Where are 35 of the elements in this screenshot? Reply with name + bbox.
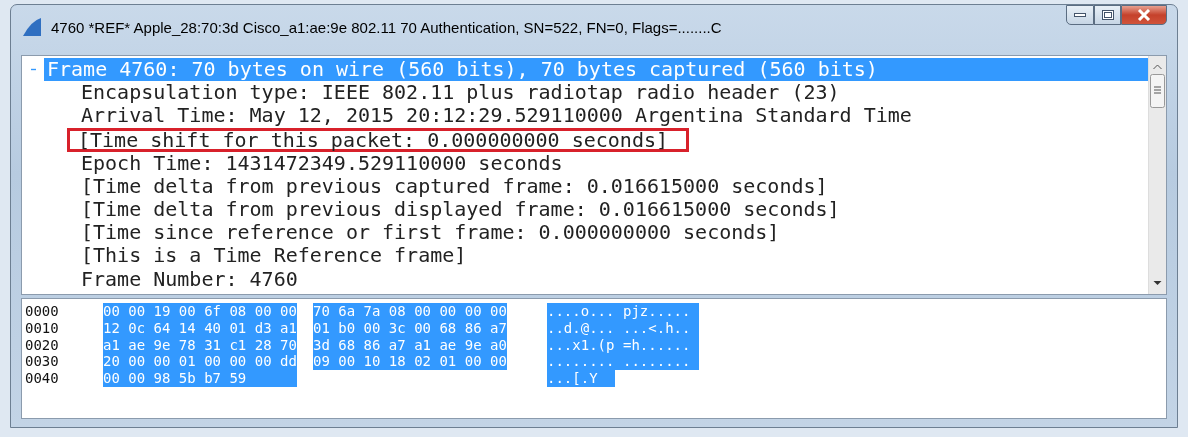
minimize-button[interactable] xyxy=(1066,5,1094,25)
hex-bytes: 09 00 10 18 02 01 00 00 xyxy=(313,353,507,371)
app-fin-icon xyxy=(21,17,43,37)
scroll-down-icon[interactable] xyxy=(1153,280,1162,286)
hex-bytes: 00 00 98 5b b7 59 xyxy=(103,370,297,387)
tree-item[interactable]: Encapsulation type: IEEE 802.11 plus radiotap radio header (23) xyxy=(78,81,843,105)
scrollbar[interactable] xyxy=(1148,56,1166,294)
tree-item[interactable]: Epoch Time: 1431472349.529110000 seconds xyxy=(78,151,566,175)
offset-label: 0030 xyxy=(25,353,60,371)
hex-bytes: 20 00 00 01 00 00 00 dd xyxy=(103,353,297,371)
offset-label: 0000 xyxy=(25,303,60,320)
offset-label: 0020 xyxy=(25,336,60,354)
maximize-icon xyxy=(1101,10,1114,20)
tree-item[interactable]: Frame Number: 4760 xyxy=(78,267,301,291)
tree-item[interactable]: [Time delta from previous displayed frame: 0.016615000 seconds] xyxy=(78,198,843,222)
hex-bytes: 70 6a 7a 08 00 00 00 00 xyxy=(313,303,507,320)
offset-label: 0040 xyxy=(25,370,60,387)
close-button[interactable] xyxy=(1121,5,1167,25)
ascii-text: ...[.Y xyxy=(547,370,615,387)
offset-label: 0010 xyxy=(25,319,60,337)
tree-item[interactable]: [Time delta from previous captured frame: 0.016615000 seconds] xyxy=(78,174,831,198)
tree-item[interactable]: Arrival Time: May 12, 2015 20:12:29.529110000 Argentina Standard Time xyxy=(78,104,915,128)
minimize-icon xyxy=(1074,12,1086,18)
ascii-text: pjz..... xyxy=(615,303,699,320)
tree-item[interactable]: [Time since reference or first frame: 0.000000000 seconds] xyxy=(78,221,783,245)
ascii-text: ....o... xyxy=(547,303,615,320)
scroll-thumb[interactable] xyxy=(1150,74,1165,108)
ascii-text: ........ xyxy=(615,353,699,371)
close-icon xyxy=(1137,9,1151,21)
tree-item[interactable]: [Time shift for this packet: 0.000000000 seconds] xyxy=(67,127,689,152)
tree-item[interactable]: [This is a Time Reference frame] xyxy=(78,244,470,268)
window-title: 4760 *REF* Apple_28:70:3d Cisco_a1:ae:9e 802.11 70 Authentication, SN=522, FN=0, Flags=........C xyxy=(51,18,723,36)
maximize-button[interactable] xyxy=(1094,5,1121,25)
ascii-text: ........ xyxy=(547,353,615,371)
hex-bytes: 00 00 19 00 6f 08 00 00 xyxy=(103,303,297,320)
